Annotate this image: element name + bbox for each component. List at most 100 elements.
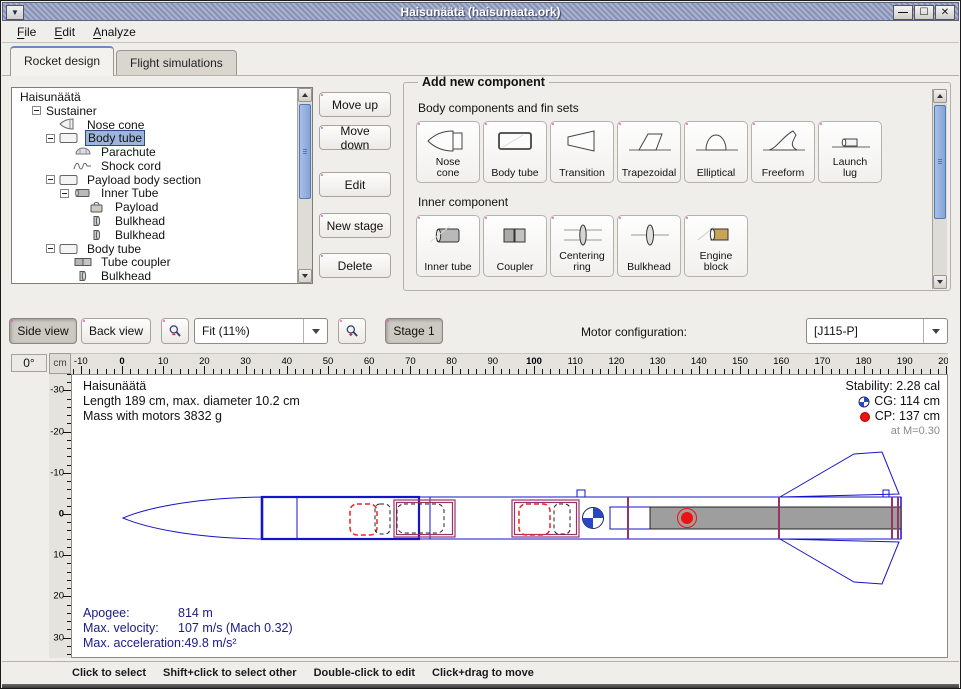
scroll-up-icon[interactable] (933, 89, 947, 103)
cg-value: CG: 114 cm (874, 394, 940, 409)
tree-item-bulkhead[interactable]: Bulkhead (12, 269, 297, 283)
h-ruler-label: 130 (650, 356, 666, 367)
add-coupler-button[interactable]: Coupler (483, 215, 547, 277)
new-stage-button[interactable]: New stage (319, 213, 391, 238)
cp-icon (859, 411, 871, 423)
add-nose-cone-button[interactable]: Nose cone (416, 121, 480, 183)
h-ruler-label: 50 (323, 356, 334, 367)
tree-item-tube-coupler[interactable]: Tube coupler (12, 256, 297, 270)
v-ruler-label: -30 (50, 385, 64, 396)
mach-note: at M=0.30 (891, 424, 940, 439)
stage-1-toggle[interactable]: Stage 1 (385, 318, 443, 344)
parachute-outline (350, 504, 377, 535)
tree-expander-icon[interactable] (46, 244, 55, 253)
maximize-button[interactable]: ☐ (914, 5, 934, 20)
back-view-button[interactable]: Back view (81, 318, 151, 344)
h-ruler-label: 80 (446, 356, 457, 367)
zoom-level-select[interactable]: Fit (11%) (194, 318, 328, 344)
zoom-in-button[interactable] (338, 318, 366, 344)
h-ruler-label: 100 (526, 356, 542, 367)
add-component-panel: Add new component Body components and fi… (403, 75, 951, 291)
add-body-tube-button[interactable]: Body tube (483, 121, 547, 183)
tree-item-inner-tube[interactable]: Inner Tube (12, 187, 297, 201)
scroll-up-icon[interactable] (298, 88, 312, 102)
add-transition-button[interactable]: Transition (550, 121, 614, 183)
tree-action-buttons: Move up Move down Edit New stage Delete (319, 87, 391, 284)
application-window: ▼ Haisunäätä (haisunaata.ork) —☐✕ FileEd… (0, 0, 961, 689)
menu-edit[interactable]: Edit (45, 23, 84, 41)
h-ruler-label: 190 (897, 356, 913, 367)
component-panel-scrollbar[interactable] (932, 89, 947, 289)
minimize-button[interactable]: — (893, 5, 913, 20)
window-controls: —☐✕ (893, 5, 955, 20)
body-tube-1-outline (262, 497, 419, 539)
transition-icon (560, 127, 606, 155)
add-launch-lug-button[interactable]: Launch lug (818, 121, 882, 183)
payload-icon (86, 201, 108, 213)
motor-configuration-select[interactable]: [J115-P] (806, 318, 948, 344)
add-freeform-button[interactable]: Freeform (751, 121, 815, 183)
tree-expander-icon[interactable] (60, 189, 69, 198)
tab-rocket-design[interactable]: Rocket design (10, 46, 114, 76)
tree-item-parachute[interactable]: Parachute (12, 145, 297, 159)
scroll-thumb[interactable] (299, 104, 311, 199)
add-engine-block-button[interactable]: Engine block (684, 215, 748, 277)
group-label-inner-component: Inner component (418, 195, 936, 209)
tree-expander-icon[interactable] (46, 175, 55, 184)
add-elliptical-button[interactable]: Elliptical (684, 121, 748, 183)
tree-item-shock-cord[interactable]: Shock cord (12, 159, 297, 173)
tree-item-bulkhead[interactable]: Bulkhead (12, 228, 297, 242)
delete-button[interactable]: Delete (319, 253, 391, 278)
tree-item-haisun-t[interactable]: Haisunäätä (12, 90, 297, 104)
menu-analyze[interactable]: Analyze (84, 23, 145, 41)
body-tube-icon (58, 243, 80, 255)
h-ruler-label: 140 (691, 356, 707, 367)
menu-file[interactable]: File (8, 23, 45, 41)
flight-row-max-velocity: Max. velocity:107 m/s (Mach 0.32) (83, 621, 293, 636)
side-view-button[interactable]: Side view (9, 318, 77, 344)
h-ruler-label: 170 (814, 356, 830, 367)
tree-item-body-tube[interactable]: Body tube (12, 242, 297, 256)
trapezoidal-icon (627, 127, 673, 155)
tree-item-sustainer[interactable]: Sustainer (12, 104, 297, 118)
scroll-thumb[interactable] (934, 105, 946, 219)
tree-item-label: Bulkhead (113, 228, 167, 242)
component-button-label: Freeform (762, 168, 805, 179)
tree-item-payload-body-section[interactable]: Payload body section (12, 173, 297, 187)
rotation-angle-display: 0° (11, 354, 47, 372)
add-trapezoidal-button[interactable]: Trapezoidal (617, 121, 681, 183)
tree-expander-icon[interactable] (32, 106, 41, 115)
coupler-icon (72, 256, 94, 268)
tree-item-label: Body tube (85, 130, 145, 146)
rocket-design-canvas[interactable]: Haisunäätä Length 189 cm, max. diameter … (71, 374, 948, 658)
h-ruler-label: 110 (568, 356, 583, 367)
tree-item-body-tube[interactable]: Body tube (12, 131, 297, 145)
nose-cone-outline (123, 497, 262, 539)
tree-item-nose-cone[interactable]: Nose cone (12, 118, 297, 132)
close-button[interactable]: ✕ (935, 5, 955, 20)
move-up-button[interactable]: Move up (319, 92, 391, 117)
tree-item-bulkhead[interactable]: Bulkhead (12, 214, 297, 228)
edit-button[interactable]: Edit (319, 172, 391, 197)
add-bulkhead-button[interactable]: Bulkhead (617, 215, 681, 277)
h-ruler-label: 60 (364, 356, 375, 367)
tree-expander-icon[interactable] (46, 134, 55, 143)
zoom-out-button[interactable] (161, 318, 189, 344)
title-bar[interactable]: ▼ Haisunäätä (haisunaata.ork) —☐✕ (2, 2, 959, 21)
chevron-down-icon (923, 319, 947, 343)
shock-cord-icon (72, 160, 94, 172)
bulkhead-icon (627, 221, 673, 249)
zoom-in-icon (345, 322, 359, 340)
move-down-button[interactable]: Move down (319, 125, 391, 150)
h-ruler-label: 0 (119, 356, 124, 367)
tree-item-payload[interactable]: Payload (12, 200, 297, 214)
parachute-icon (72, 146, 94, 158)
scroll-down-icon[interactable] (298, 269, 312, 283)
scroll-down-icon[interactable] (933, 275, 947, 289)
add-centering-ring-button[interactable]: Centering ring (550, 215, 614, 277)
zoom-level-value: Fit (11%) (195, 324, 303, 338)
add-inner-tube-button[interactable]: Inner tube (416, 215, 480, 277)
tab-flight-simulations[interactable]: Flight simulations (116, 50, 237, 76)
coupler-icon (493, 221, 539, 249)
tree-scrollbar[interactable] (297, 88, 312, 283)
